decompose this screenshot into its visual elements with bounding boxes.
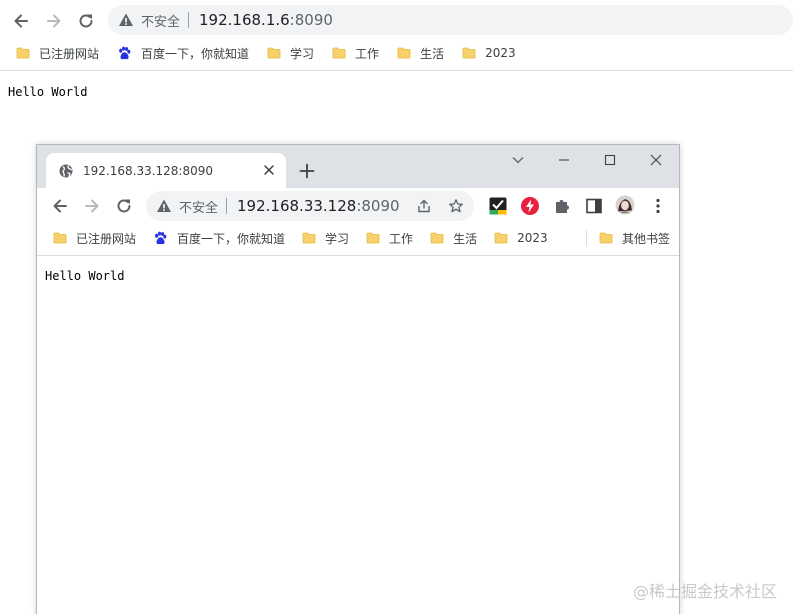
checkbox-extension-icon[interactable] [488, 196, 508, 216]
new-tab-plus-icon[interactable] [297, 161, 317, 181]
active-tab[interactable]: 192.168.33.128:8090 [46, 153, 286, 188]
bookmark-label: 百度一下，你就知道 [141, 46, 250, 61]
minimize-icon[interactable] [555, 151, 573, 169]
url-text[interactable]: 192.168.1.6:8090 [199, 11, 333, 29]
url-text[interactable]: 192.168.33.128:8090 [237, 197, 400, 215]
bookmark-label: 学习 [290, 46, 315, 61]
other-bookmarks-area: 其他书签 [599, 224, 670, 252]
security-label[interactable]: 不安全 [179, 197, 218, 216]
url-port: :8090 [289, 11, 333, 29]
watermark: @稀土掘金技术社区 [632, 582, 777, 601]
bookmark-baidu[interactable]: 百度一下，你就知道 [153, 230, 285, 247]
bookmark-label: 2023 [517, 231, 548, 245]
bookmark-label: 其他书签 [622, 231, 671, 246]
back-arrow-icon[interactable] [9, 9, 33, 33]
share-icon[interactable] [416, 198, 432, 214]
bookmark-2023[interactable]: 2023 [462, 46, 516, 60]
inner-address-bar[interactable]: 不安全 192.168.33.128:8090 [146, 191, 474, 221]
inner-divider [37, 255, 679, 256]
folder-icon [332, 47, 346, 59]
bookmark-label: 百度一下，你就知道 [177, 231, 286, 246]
bookmark-label: 生活 [453, 231, 478, 246]
side-panel-icon[interactable] [584, 196, 604, 216]
close-window-icon[interactable] [647, 151, 665, 169]
reload-icon[interactable] [112, 194, 136, 218]
bookmark-study[interactable]: 学习 [302, 230, 349, 247]
url-port: :8090 [356, 197, 400, 215]
other-bookmarks-folder[interactable]: 其他书签 [599, 230, 670, 247]
folder-icon [267, 47, 281, 59]
bookmark-baidu[interactable]: 百度一下，你就知道 [117, 45, 249, 62]
inner-toolbar: 不安全 192.168.33.128:8090 [37, 188, 679, 224]
inner-browser-window: 192.168.33.128:8090 不安全 192.168.33.128:8… [36, 144, 680, 614]
back-arrow-icon[interactable] [48, 194, 72, 218]
inner-bookmarks-bar: 已注册网站 百度一下，你就知道 学习 工作 生活 2023 [53, 224, 548, 252]
bookmark-label: 2023 [485, 46, 516, 60]
tab-search-chevron-icon[interactable] [509, 151, 527, 169]
url-host: 192.168.33.128 [237, 197, 357, 215]
bookmark-work[interactable]: 工作 [332, 45, 379, 62]
kebab-menu-icon[interactable] [648, 196, 668, 216]
bookmark-star-icon[interactable] [448, 198, 464, 214]
bookmark-label: 工作 [389, 231, 414, 246]
outer-bookmarks-bar: 已注册网站 百度一下，你就知道 学习 工作 生活 2023 [16, 39, 516, 67]
bookmark-life[interactable]: 生活 [430, 230, 477, 247]
outer-page-text: Hello World [8, 85, 88, 99]
bookmark-2023[interactable]: 2023 [494, 231, 548, 245]
bookmarks-separator [586, 230, 587, 246]
maximize-icon[interactable] [601, 151, 619, 169]
folder-icon [302, 232, 316, 244]
tab-close-icon[interactable] [262, 163, 276, 177]
folder-icon [494, 232, 508, 244]
bookmark-label: 已注册网站 [76, 231, 137, 246]
bookmark-registered-sites[interactable]: 已注册网站 [16, 45, 99, 62]
bookmark-work[interactable]: 工作 [366, 230, 413, 247]
security-label[interactable]: 不安全 [141, 11, 180, 30]
outer-divider [0, 70, 793, 71]
folder-icon [397, 47, 411, 59]
forward-arrow-icon[interactable] [80, 194, 104, 218]
folder-icon [599, 232, 613, 244]
baidu-paw-icon [117, 46, 132, 61]
warning-triangle-icon[interactable] [156, 198, 172, 214]
baidu-paw-icon [153, 231, 168, 246]
folder-icon [366, 232, 380, 244]
omnibox-separator [226, 198, 228, 214]
folder-icon [462, 47, 476, 59]
bookmark-study[interactable]: 学习 [267, 45, 314, 62]
folder-icon [16, 47, 30, 59]
bookmark-label: 已注册网站 [39, 46, 100, 61]
bookmark-registered-sites[interactable]: 已注册网站 [53, 230, 136, 247]
tab-title: 192.168.33.128:8090 [83, 163, 214, 178]
omnibox-separator [188, 12, 190, 28]
puzzle-extensions-icon[interactable] [552, 196, 572, 216]
bookmark-label: 学习 [325, 231, 350, 246]
inner-titlebar[interactable]: 192.168.33.128:8090 [37, 145, 679, 188]
bookmark-life[interactable]: 生活 [397, 45, 444, 62]
folder-icon [53, 232, 67, 244]
inner-page-text: Hello World [45, 269, 125, 283]
globe-icon [58, 163, 74, 179]
url-host: 192.168.1.6 [199, 11, 290, 29]
bookmark-label: 工作 [355, 46, 380, 61]
folder-icon [430, 232, 444, 244]
outer-address-bar[interactable]: 不安全 192.168.1.6:8090 [108, 5, 793, 35]
outer-toolbar: 不安全 192.168.1.6:8090 [0, 4, 793, 38]
lightning-extension-icon[interactable] [520, 196, 540, 216]
profile-avatar-icon[interactable] [615, 195, 637, 217]
bookmark-label: 生活 [420, 46, 445, 61]
forward-arrow-icon[interactable] [42, 9, 66, 33]
warning-triangle-icon[interactable] [118, 12, 134, 28]
reload-icon[interactable] [74, 9, 98, 33]
